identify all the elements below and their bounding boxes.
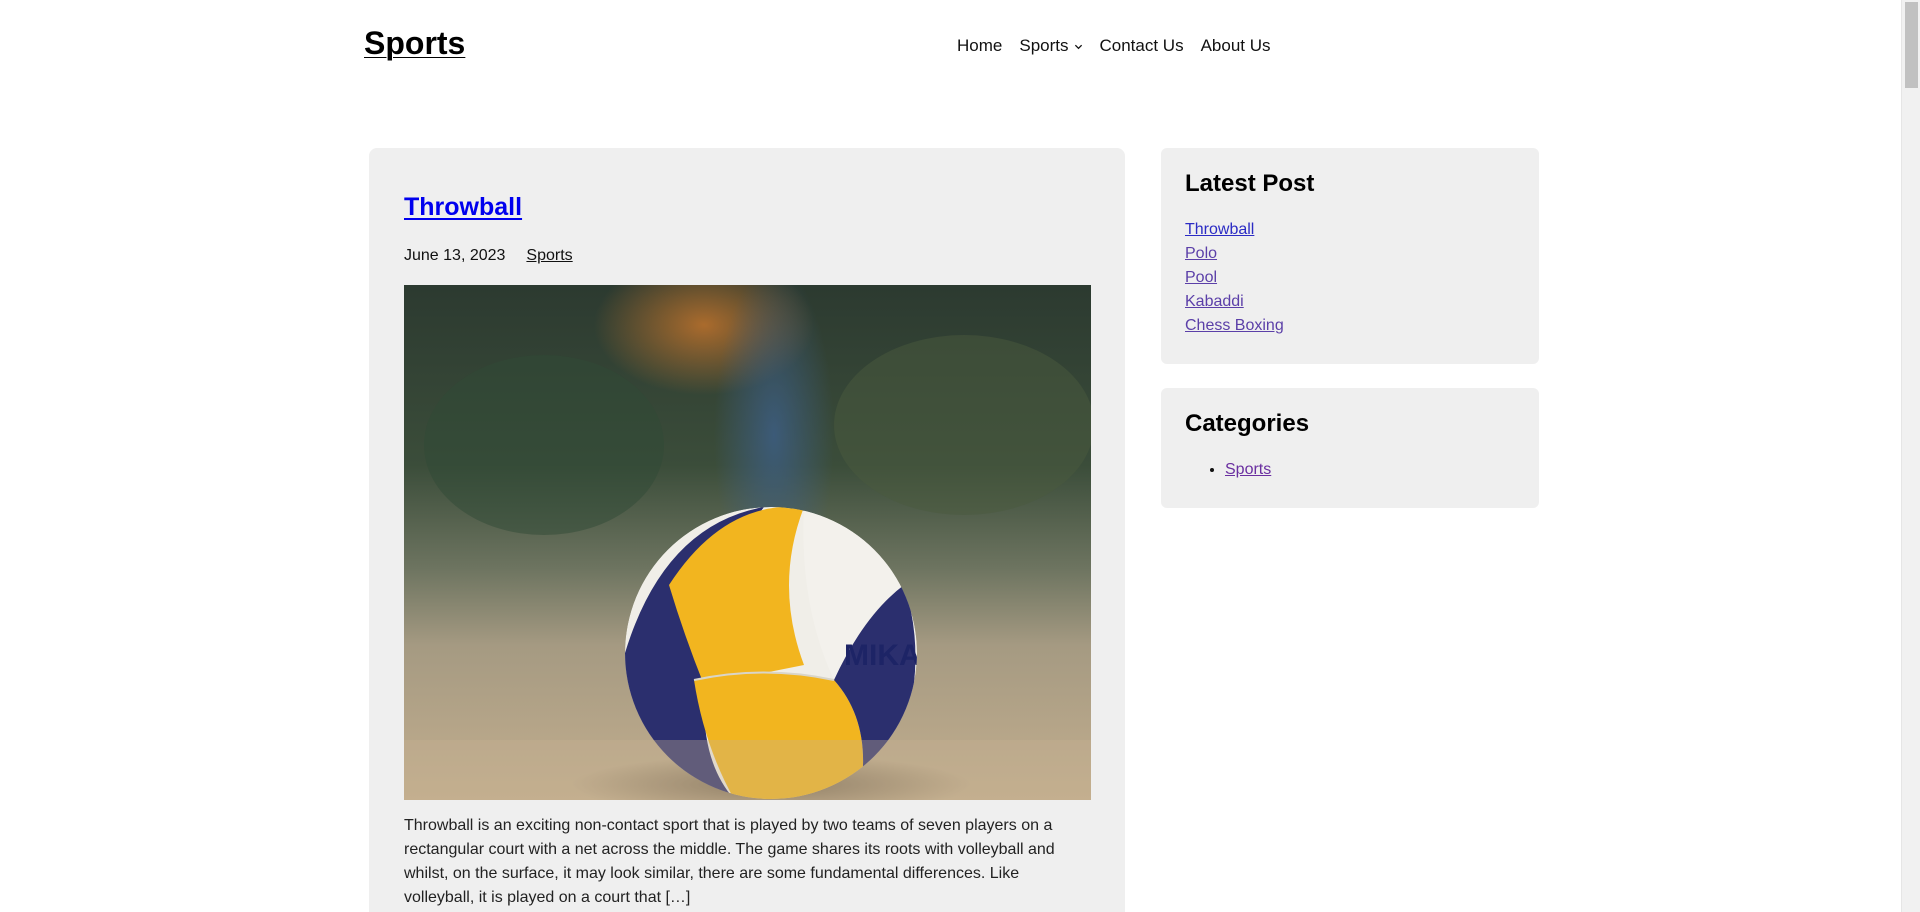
latest-post-link-polo[interactable]: Polo — [1185, 245, 1217, 262]
scrollbar-thumb[interactable] — [1905, 2, 1918, 88]
list-item: Kabaddi — [1185, 290, 1515, 314]
post-meta: June 13, 2023 Sports — [404, 247, 573, 265]
latest-post-link-chess-boxing[interactable]: Chess Boxing — [1185, 317, 1284, 334]
post-title-link[interactable]: Throwball — [404, 193, 522, 222]
post-featured-image[interactable]: MIKA — [404, 285, 1091, 800]
nav-about-label: About Us — [1200, 36, 1271, 55]
nav-contact-label: Contact Us — [1099, 36, 1184, 55]
volleyball-image: MIKA — [404, 285, 1091, 800]
list-item: Throwball — [1185, 218, 1515, 242]
page-scrollbar[interactable] — [1901, 0, 1920, 912]
categories-list: Sports — [1185, 458, 1515, 482]
latest-post-title: Latest Post — [1185, 170, 1315, 197]
list-item: Polo — [1185, 242, 1515, 266]
nav-contact-us[interactable]: Contact Us — [1100, 36, 1184, 56]
latest-post-widget: Latest Post Throwball Polo Pool Kabaddi … — [1161, 148, 1539, 364]
nav-home-label: Home — [957, 36, 1003, 55]
latest-post-link-throwball[interactable]: Throwball — [1185, 221, 1254, 238]
post-category-link[interactable]: Sports — [526, 247, 572, 265]
nav-about-us[interactable]: About Us — [1201, 36, 1271, 56]
post-date: June 13, 2023 — [404, 247, 506, 264]
svg-text:MIKA: MIKA — [844, 639, 921, 672]
latest-post-list: Throwball Polo Pool Kabaddi Chess Boxing — [1185, 218, 1515, 338]
post-excerpt: Throwball is an exciting non-contact spo… — [404, 817, 1055, 906]
post-card: Throwball June 13, 2023 Sports MIKA Thro… — [369, 148, 1125, 912]
nav-sports-label: Sports — [1019, 36, 1069, 55]
latest-post-link-kabaddi[interactable]: Kabaddi — [1185, 293, 1244, 310]
nav-sports[interactable]: Sports — [1019, 36, 1082, 56]
site-title[interactable]: Sports — [364, 25, 465, 62]
list-item: Chess Boxing — [1185, 314, 1515, 338]
chevron-down-icon — [1074, 42, 1083, 51]
list-item: Sports — [1225, 458, 1515, 482]
list-item: Pool — [1185, 266, 1515, 290]
categories-title: Categories — [1185, 410, 1310, 437]
main-nav: Home Sports Contact Us About Us — [957, 36, 1288, 56]
nav-home[interactable]: Home — [957, 36, 1002, 56]
latest-post-link-pool[interactable]: Pool — [1185, 269, 1217, 286]
categories-widget: Categories Sports — [1161, 388, 1539, 508]
category-link-sports[interactable]: Sports — [1225, 461, 1271, 478]
